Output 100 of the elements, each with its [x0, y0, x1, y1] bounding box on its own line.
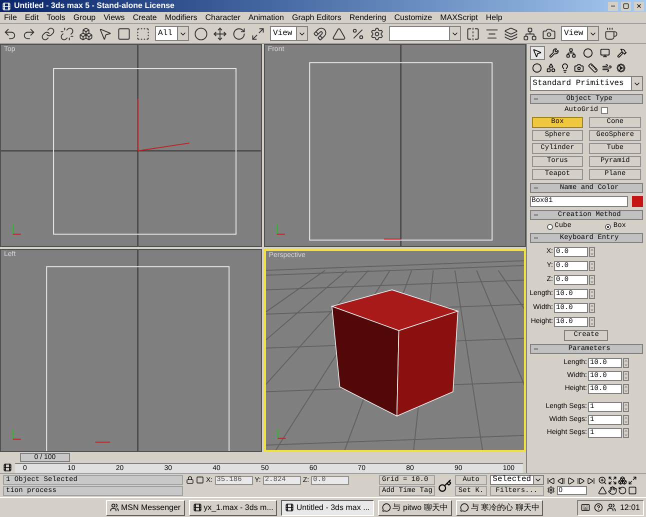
ruler-icon[interactable] [588, 63, 598, 73]
menu-item[interactable]: Rendering [349, 14, 386, 22]
taskbar-button[interactable]: yx_1.max - 3ds m... [188, 500, 278, 516]
unlink-icon[interactable] [60, 26, 74, 40]
menu-item[interactable]: Character [205, 14, 240, 22]
link-icon[interactable] [41, 26, 55, 40]
skip-back-icon[interactable] [546, 476, 555, 484]
taskbar-button[interactable]: 与 pitwo 聊天中 [378, 500, 452, 516]
circle-icon[interactable] [194, 26, 208, 40]
spinner-arrows-icon[interactable] [623, 428, 629, 438]
maximize-icon[interactable] [628, 476, 637, 485]
lightbulb-icon[interactable] [560, 63, 570, 73]
spinner-arrows-icon[interactable] [589, 288, 595, 298]
dashed-square-icon[interactable] [136, 26, 150, 40]
chat-bubble-icon [382, 503, 391, 512]
pan-icon[interactable] [608, 486, 617, 495]
camera-icon[interactable] [574, 63, 584, 73]
gear-icon[interactable] [370, 26, 384, 40]
color-swatch[interactable] [632, 196, 643, 207]
collapse-icon [532, 96, 539, 102]
magnet-icon[interactable] [313, 26, 327, 40]
radio-button[interactable] [546, 224, 553, 230]
menu-item[interactable]: Create [132, 14, 157, 22]
axis-tripod-icon [276, 224, 286, 235]
menu-item[interactable]: Customize [394, 14, 432, 22]
pointer-icon[interactable] [98, 26, 112, 40]
zoom-icon[interactable] [598, 476, 607, 485]
move-icon[interactable] [213, 26, 227, 40]
command-tab[interactable] [530, 46, 545, 60]
step-forward-icon[interactable] [576, 476, 585, 484]
spinner-arrows-icon[interactable] [623, 414, 629, 424]
zoom-extents-icon[interactable] [608, 476, 617, 485]
named-selection-dropdown[interactable] [389, 26, 461, 41]
schematic-icon[interactable] [523, 26, 537, 40]
menu-item[interactable]: Help [486, 14, 502, 22]
maximize-button[interactable] [621, 2, 631, 10]
minimize-icon [610, 3, 616, 9]
menu-item[interactable]: Edit [24, 14, 39, 22]
spinner-arrows-icon[interactable] [589, 274, 595, 284]
menu-item[interactable]: Tools [46, 14, 66, 22]
keyboard-icon[interactable] [580, 503, 590, 512]
axis-tripod-icon [12, 428, 22, 440]
cog-icon[interactable] [616, 63, 626, 73]
key-filter-dropdown[interactable]: Selected [490, 475, 544, 485]
taskbar-button[interactable]: Untitled - 3ds max ... [281, 500, 374, 516]
lock-icon[interactable] [186, 476, 194, 484]
selection-filter-dropdown[interactable]: All [155, 26, 189, 41]
square-icon[interactable] [117, 26, 131, 40]
spinner-arrows-icon[interactable] [623, 370, 629, 380]
spinner-arrows-icon[interactable] [623, 358, 629, 368]
spinner-arrows-icon[interactable] [589, 316, 595, 326]
close-button[interactable] [634, 2, 644, 10]
category-dropdown[interactable]: Standard Primitives [530, 76, 643, 91]
spinner-arrows-icon[interactable] [623, 402, 629, 412]
reference-coordinate-dropdown[interactable]: View [270, 26, 308, 41]
taskbar-button[interactable]: MSN Messenger [106, 500, 185, 516]
rotate-icon[interactable] [232, 26, 246, 40]
spinner-arrows-icon[interactable] [589, 260, 595, 270]
boxes-icon[interactable] [79, 26, 93, 40]
redo-icon[interactable] [22, 26, 36, 40]
spinner-arrows-icon[interactable] [589, 246, 595, 256]
menu-item[interactable]: MAXScript [440, 14, 478, 22]
percent-icon[interactable] [351, 26, 365, 40]
axis-tripod-icon [12, 224, 22, 235]
layers-icon[interactable] [504, 26, 518, 40]
wind-icon[interactable] [602, 63, 612, 73]
mirror-icon[interactable] [466, 26, 480, 40]
menu-item[interactable]: Graph Editors [292, 14, 342, 22]
help-icon[interactable] [594, 503, 603, 512]
orbit-icon[interactable] [618, 486, 627, 495]
minimize-button[interactable] [608, 2, 618, 10]
collapse-icon [532, 185, 539, 191]
menu-item[interactable]: Group [73, 14, 96, 22]
triangle-icon[interactable] [332, 26, 346, 40]
chat-bubble-icon [460, 503, 469, 512]
boxes-icon[interactable] [618, 476, 627, 485]
step-back-icon[interactable] [556, 476, 565, 484]
scale-icon[interactable] [251, 26, 265, 40]
spinner-arrows-icon[interactable] [589, 302, 595, 312]
align-icon[interactable] [485, 26, 499, 40]
people-icon [110, 503, 119, 512]
menu-item[interactable]: Animation [248, 14, 284, 22]
taskbar-button[interactable]: 与 寒冷的心 聊天中 [456, 500, 544, 516]
spinner-arrows-icon[interactable] [623, 384, 629, 394]
skip-forward-icon[interactable] [586, 476, 595, 484]
menu-item[interactable]: Views [104, 14, 125, 22]
people-icon[interactable] [606, 503, 616, 512]
square-icon[interactable] [196, 476, 204, 484]
radio-button[interactable] [605, 224, 612, 230]
menu-item[interactable]: File [4, 14, 17, 22]
collapse-icon [532, 212, 539, 218]
key-icon[interactable] [438, 478, 452, 492]
collapse-icon [532, 235, 539, 241]
undo-icon[interactable] [3, 26, 17, 40]
render-view-dropdown[interactable]: View [561, 26, 599, 41]
autogrid-checkbox[interactable] [601, 107, 608, 114]
menu-item[interactable]: Modifiers [164, 14, 198, 22]
play-icon[interactable] [566, 476, 575, 484]
camera-icon[interactable] [542, 26, 556, 40]
shapes-icon[interactable] [546, 63, 556, 73]
